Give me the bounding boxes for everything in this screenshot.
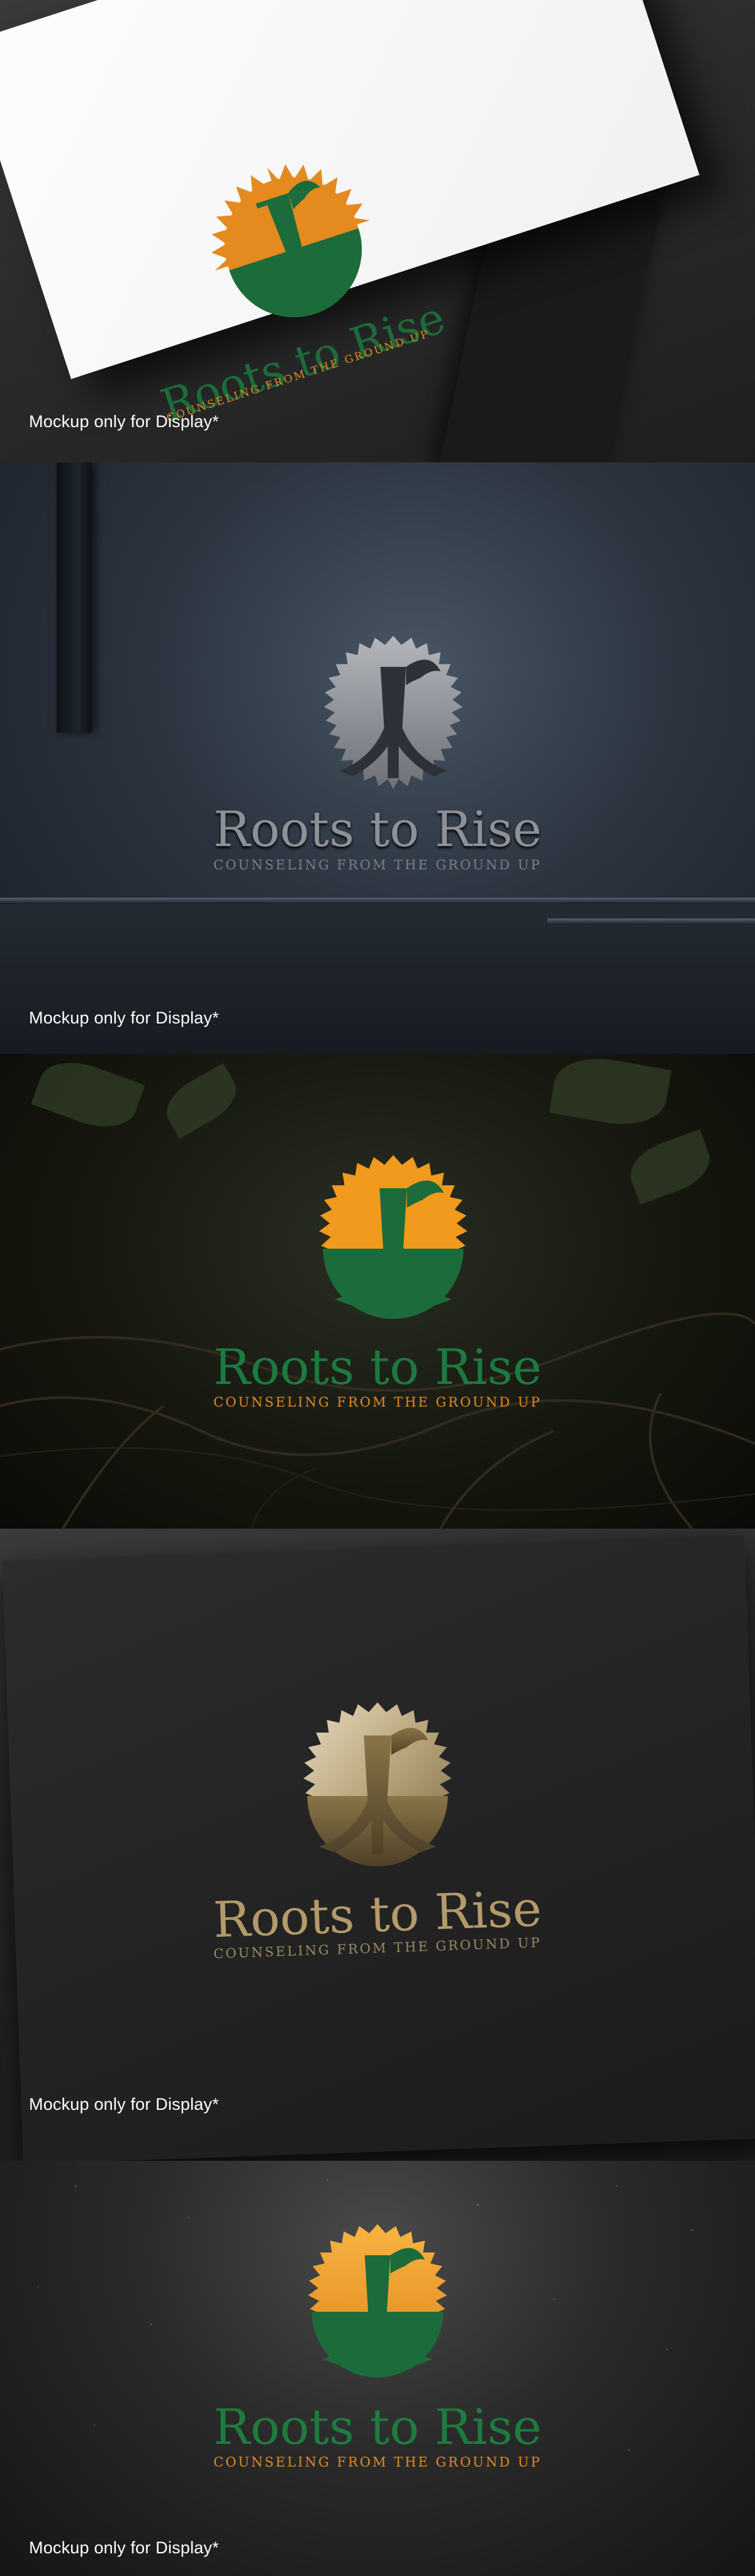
mockup-caption: Mockup only for Display* [29,1008,219,1027]
brand-lockup: Roots to Rise [0,2403,755,2452]
sun-tree-roots-icon [319,1155,467,1319]
mockup-caption: Mockup only for Display* [29,2538,219,2557]
brand-lockup: Roots to Rise [0,805,755,854]
brand-name: Roots to Rise [213,2399,542,2456]
sun-tree-roots-icon [308,2224,447,2378]
mockup-panel-roots-night: Roots to Rise COUNSELING FROM THE GROUND… [0,1054,755,1529]
mockup-caption: Mockup only for Display* [29,2095,219,2114]
steel-ledge [0,898,755,904]
brand-name: Roots to Rise [213,1339,542,1396]
steel-bar [57,462,92,733]
brand-tagline: COUNSELING FROM THE GROUND UP [213,857,542,873]
brand-tagline: COUNSELING FROM THE GROUND UP [213,1395,542,1410]
steel-ledge-secondary [547,918,755,925]
steel-lower-plate [0,904,755,1054]
brand-lockup: Roots to Rise [0,1343,755,1392]
mockup-panel-black-paper: Roots to Rise COUNSELING FROM THE GROUND… [0,1529,755,2161]
brand-name: Roots to Rise [213,801,542,858]
mockup-panel-sparkle: Roots to Rise COUNSELING FROM THE GROUND… [0,2161,755,2576]
mockup-panel-business-card: Roots to Rise COUNSELING FROM THE GROUND… [0,0,755,462]
sun-tree-roots-icon [303,1702,452,1866]
mockup-caption: Mockup only for Display* [29,412,219,431]
brand-tagline: COUNSELING FROM THE GROUND UP [213,2455,542,2470]
sun-tree-roots-icon [323,635,463,789]
mockup-panel-steel: Roots to Rise COUNSELING FROM THE GROUND… [0,462,755,1054]
